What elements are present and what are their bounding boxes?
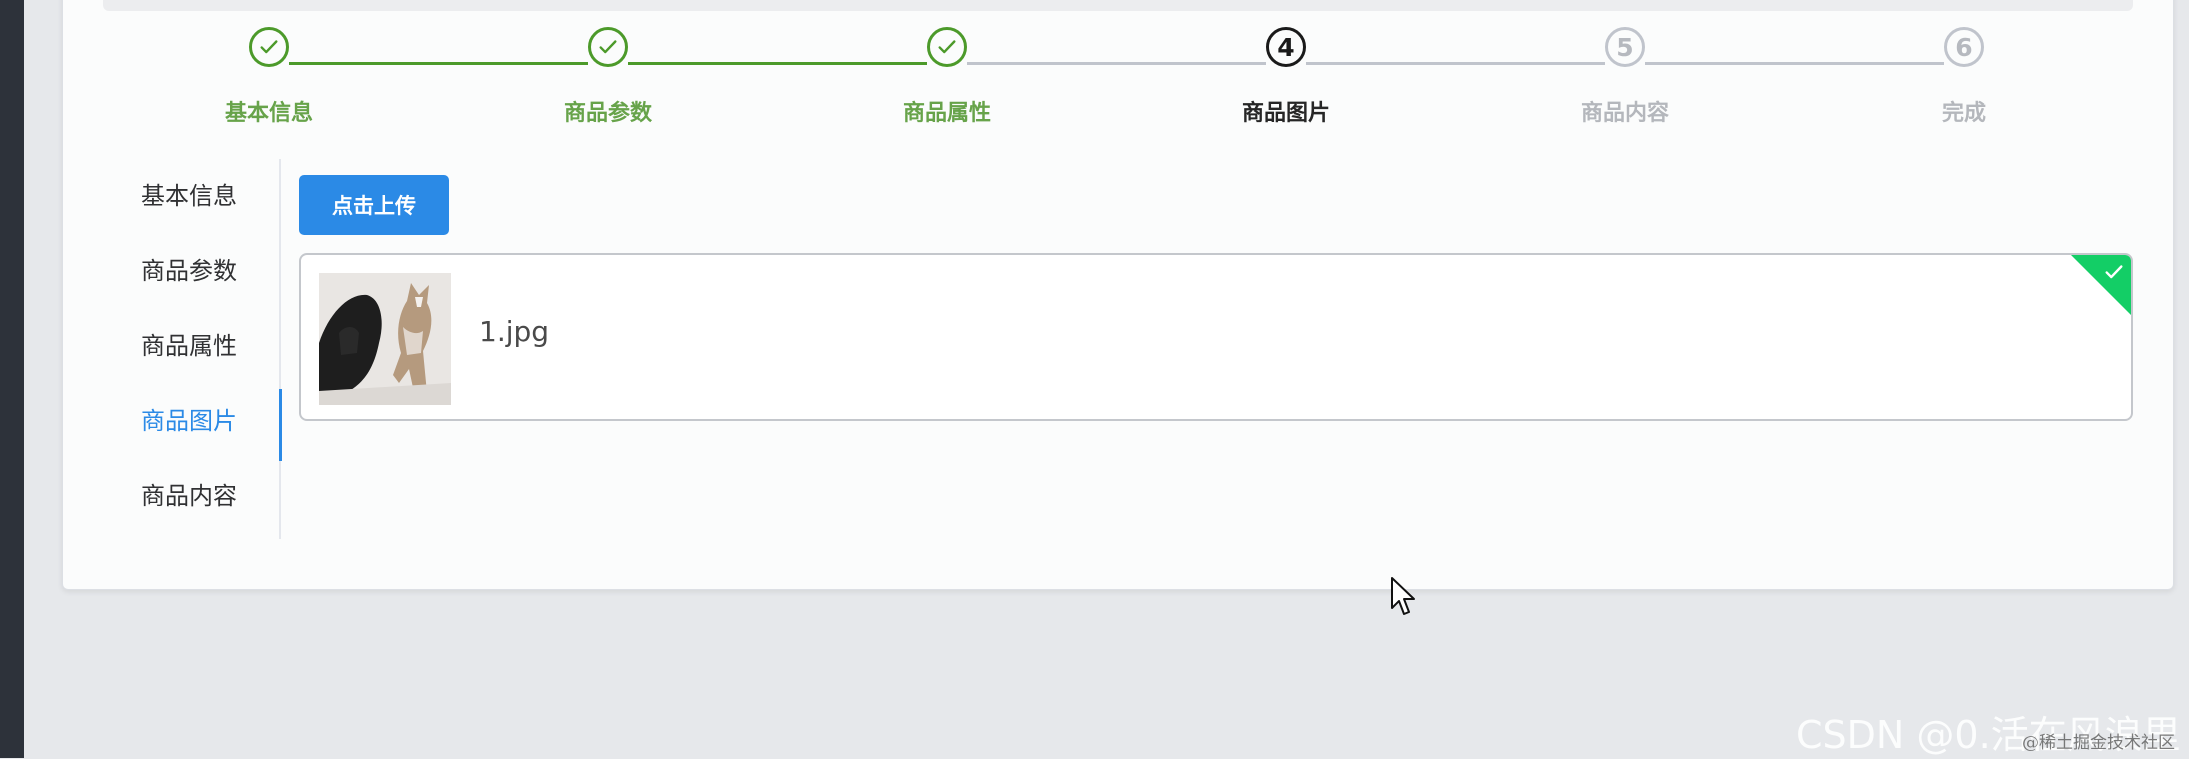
mouse-cursor-icon — [1391, 577, 1415, 615]
uploaded-file-item[interactable]: 1.jpg — [299, 253, 2133, 421]
step-2-title: 商品参数 — [563, 101, 652, 126]
step-line-4 — [1306, 62, 1605, 65]
step-4-title: 商品图片 — [1241, 101, 1330, 126]
main-card: 4 5 6 基本信息 商品参数 商品属性 商品图片 商品内容 完成 基本信息 商… — [62, 0, 2174, 590]
info-alert — [103, 0, 2133, 11]
step-5-number: 5 — [1605, 27, 1645, 67]
step-6-title: 完成 — [1941, 101, 1986, 126]
upload-button[interactable]: 点击上传 — [299, 175, 449, 235]
vertical-tabs: 基本信息 商品参数 商品属性 商品图片 商品内容 — [63, 159, 279, 539]
tab-goods-content[interactable]: 商品内容 — [63, 459, 279, 533]
step-1-title: 基本信息 — [224, 101, 313, 126]
tab-goods-params[interactable]: 商品参数 — [63, 234, 279, 308]
tabs-divider — [279, 159, 281, 539]
step-1-check-icon — [249, 27, 289, 67]
juejin-watermark: @稀土掘金技术社区 — [2022, 733, 2175, 753]
step-6-number: 6 — [1944, 27, 1984, 67]
step-line-3 — [967, 62, 1266, 65]
tab-goods-attrs[interactable]: 商品属性 — [63, 309, 279, 383]
app-sidebar-edge — [0, 0, 24, 758]
step-line-1 — [289, 62, 588, 65]
step-4-number: 4 — [1266, 27, 1306, 67]
file-name: 1.jpg — [479, 315, 550, 348]
step-3-check-icon — [927, 27, 967, 67]
tab-active-indicator — [279, 389, 282, 461]
tab-basic-info[interactable]: 基本信息 — [63, 159, 279, 233]
step-5-title: 商品内容 — [1580, 101, 1669, 126]
check-icon — [2105, 265, 2123, 279]
step-3-title: 商品属性 — [902, 101, 991, 126]
file-thumbnail[interactable] — [319, 273, 451, 405]
tab-goods-pics[interactable]: 商品图片 — [63, 384, 279, 458]
step-line-2 — [628, 62, 927, 65]
step-2-check-icon — [588, 27, 628, 67]
step-line-5 — [1645, 62, 1944, 65]
